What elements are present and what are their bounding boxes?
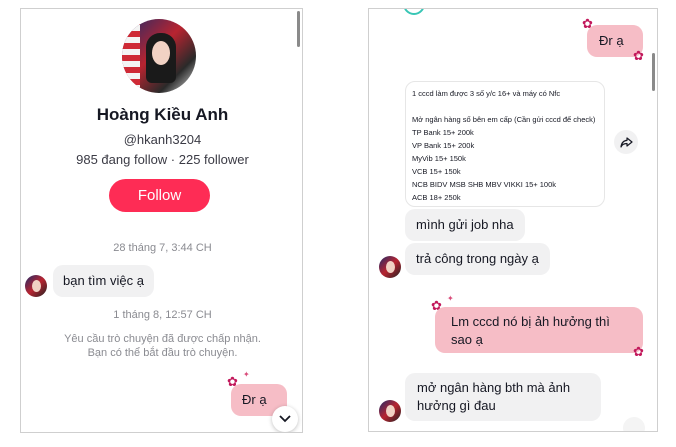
flower-icon: ✿ xyxy=(633,48,644,63)
incoming-message: trả công trong ngày ạ xyxy=(405,243,550,275)
share-arrow-icon xyxy=(619,136,633,148)
incoming-message: mình gửi job nha xyxy=(405,209,525,241)
profile-stats: 985 đang follow · 225 follower xyxy=(76,152,249,167)
flower-icon: ✿ xyxy=(633,344,644,359)
right-chat-panel: ✿ Đr ạ ✿ 1 cccd làm được 3 số y/c 16+ và… xyxy=(368,8,658,432)
card-line: NCB BIDV MSB SHB MBV VIKKI 15+ 100k xyxy=(412,180,557,189)
card-line: VP Bank 15+ 200k xyxy=(412,141,475,150)
sparkle-icon: ✦ xyxy=(243,370,250,379)
card-line: Mở ngân hàng số bên em cấp (Cần gửi cccd… xyxy=(412,115,596,124)
partial-avatar-ring xyxy=(403,9,425,15)
scroll-down-button[interactable] xyxy=(272,406,298,432)
profile-avatar[interactable] xyxy=(122,19,196,93)
profile-name: Hoàng Kiều Anh xyxy=(96,105,229,124)
scrollbar[interactable] xyxy=(652,53,655,91)
card-line: VCB 15+ 150k xyxy=(412,167,461,176)
card-line xyxy=(412,100,598,113)
follow-button[interactable]: Follow xyxy=(109,179,210,212)
message-timestamp: 28 tháng 7, 3:44 CH xyxy=(113,242,212,254)
sender-avatar[interactable] xyxy=(379,400,401,422)
left-chat-panel: Hoàng Kiều Anh @hkanh3204 985 đang follo… xyxy=(20,8,303,433)
message-timestamp: 1 tháng 8, 12:57 CH xyxy=(113,309,212,321)
chevron-down-icon xyxy=(279,415,291,423)
incoming-message: bạn tìm việc ạ xyxy=(53,265,154,297)
scrollbar[interactable] xyxy=(297,11,300,47)
profile-handle: @hkanh3204 xyxy=(123,132,202,147)
card-line: ACB 18+ 250k xyxy=(412,193,461,202)
scroll-down-button[interactable] xyxy=(623,417,645,431)
card-line: 1 cccd làm được 3 số y/c 16+ và máy có N… xyxy=(412,89,561,98)
outgoing-message: Lm cccd nó bị ảh hưởng thì sao ạ xyxy=(435,307,643,353)
sender-avatar[interactable] xyxy=(25,275,47,297)
card-line: TP Bank 15+ 200k xyxy=(412,128,474,137)
job-offer-card: 1 cccd làm được 3 số y/c 16+ và máy có N… xyxy=(405,81,605,207)
incoming-message: mở ngân hàng bth mà ảnh hưởng gì đau xyxy=(405,373,601,421)
chat-accepted-note-line-1: Yêu cầu trò chuyện đã được chấp nhận. xyxy=(64,333,261,345)
card-line: MyVib 15+ 150k xyxy=(412,154,466,163)
chat-accepted-note-line-2: Bạn có thể bắt đầu trò chuyện. xyxy=(87,347,238,359)
share-button[interactable] xyxy=(614,130,638,154)
sparkle-icon: ✦ xyxy=(447,294,454,303)
sender-avatar[interactable] xyxy=(379,256,401,278)
